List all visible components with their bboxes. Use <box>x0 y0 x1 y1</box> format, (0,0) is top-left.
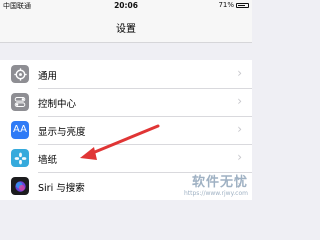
settings-row-wallpaper[interactable]: 墙纸 › <box>0 144 252 172</box>
chevron-right-icon: › <box>237 66 242 80</box>
gear-icon <box>11 65 29 83</box>
settings-row-label: 通用 <box>38 71 58 82</box>
battery-percent: 71% <box>218 1 234 9</box>
status-right: 71% <box>218 1 249 9</box>
watermark: 软件无忧 https://www.rjwy.com <box>184 171 248 197</box>
settings-row-display[interactable]: AA 显示与亮度 › <box>0 116 252 144</box>
watermark-url: https://www.rjwy.com <box>183 190 248 197</box>
settings-row-label: 控制中心 <box>38 99 77 110</box>
settings-row-label: Siri 与搜索 <box>38 183 85 194</box>
settings-row-label: 墙纸 <box>38 155 58 166</box>
navigation-bar: 设置 <box>0 12 252 43</box>
page-title: 设置 <box>116 24 136 35</box>
aa-icon: AA <box>11 121 29 139</box>
chevron-right-icon: › <box>237 94 242 108</box>
siri-icon <box>11 177 29 195</box>
battery-icon <box>236 2 249 8</box>
flower-icon <box>11 149 29 167</box>
watermark-title: 软件无忧 <box>191 175 248 190</box>
chevron-right-icon: › <box>237 122 242 136</box>
chevron-right-icon: › <box>237 150 242 164</box>
settings-row-label: 显示与亮度 <box>38 127 86 138</box>
status-time: 20:06 <box>114 1 138 10</box>
settings-row-general[interactable]: 通用 › <box>0 60 252 88</box>
toggles-icon <box>11 93 29 111</box>
settings-row-control-center[interactable]: 控制中心 › <box>0 88 252 116</box>
status-bar: 中国联通 20:06 71% <box>0 0 252 12</box>
